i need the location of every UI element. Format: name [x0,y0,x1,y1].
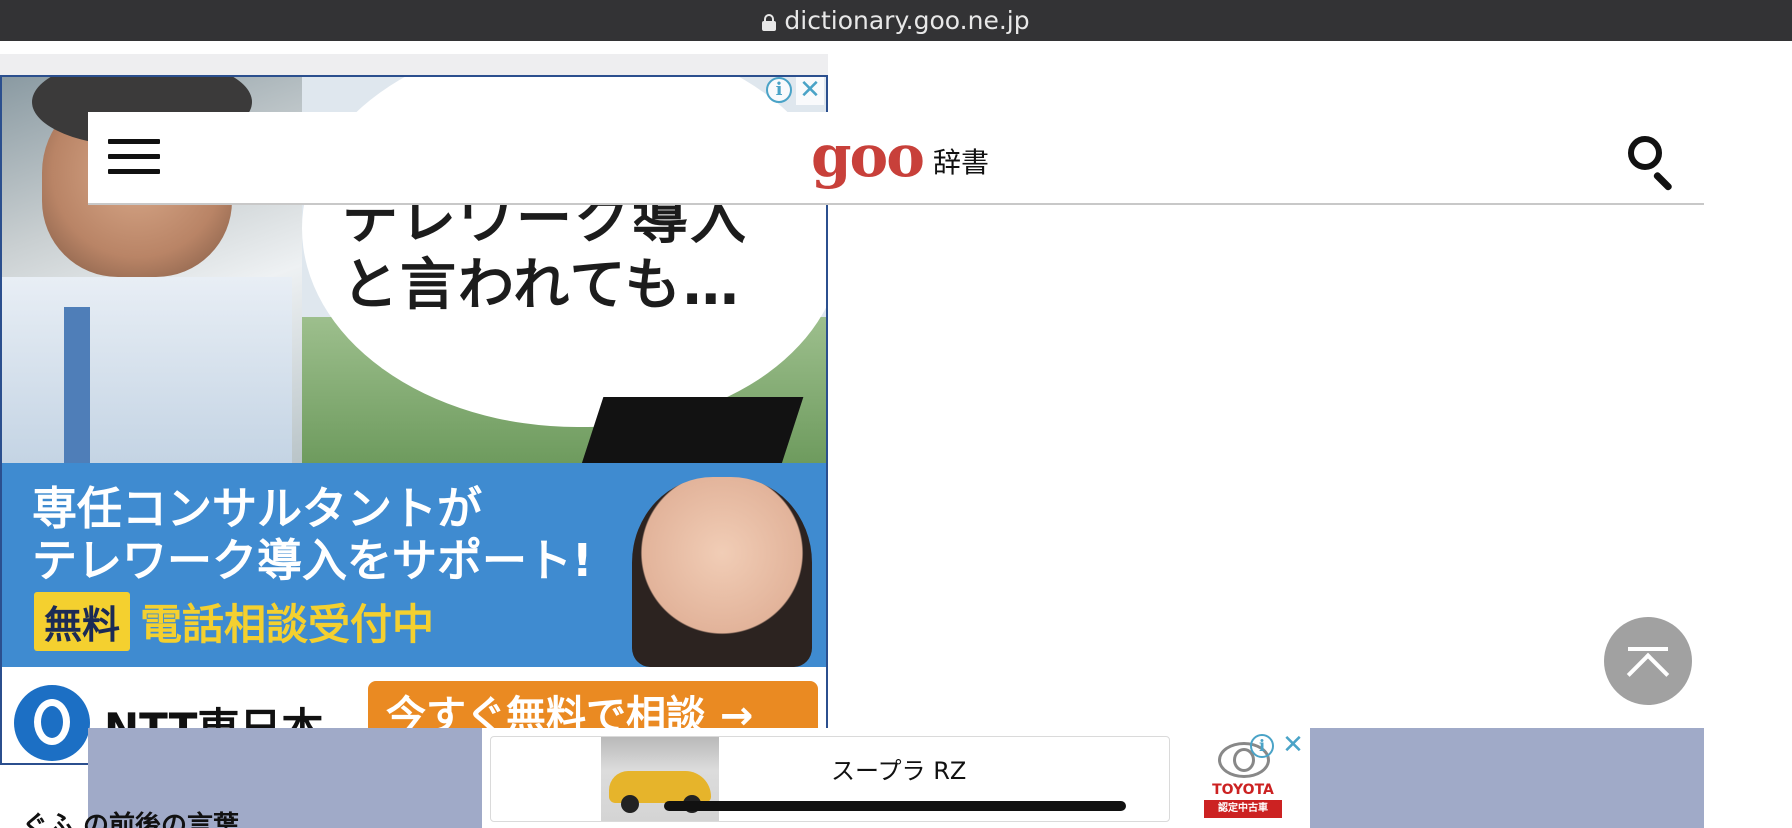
ad-phone-text: 電話相談受付中 [140,600,435,649]
lock-icon [762,13,777,31]
ad-body-line1: 専任コンサルタントが [32,482,483,535]
toyota-logo: TOYOTA 認定中古車 [1196,742,1290,828]
ad-laptop-image [580,397,804,467]
site-header: goo 辞書 [88,112,1704,205]
goo-dictionary-logo[interactable]: goo 辞書 [811,126,989,186]
info-icon[interactable]: i [766,77,792,103]
hamburger-menu-icon[interactable] [108,139,160,177]
page-root: dictionary.goo.ne.jp テレワーク導入 と言われても… 専任コ… [0,0,1792,828]
bottom-banner-ad[interactable]: スープラ RZ TOYOTA 認定中古車 i ✕ [482,728,1310,828]
ad-progress-bar [664,801,1126,811]
ad-body-line2: テレワーク導入をサポート! [32,534,593,587]
search-icon[interactable] [1628,136,1678,192]
close-icon[interactable]: ✕ [796,77,824,105]
ad-free-badge: 無料 [34,592,131,651]
logo-suffix: 辞書 [932,146,989,179]
url-text[interactable]: dictionary.goo.ne.jp [784,6,1029,35]
ad-blue-panel: 専任コンサルタントが テレワーク導入をサポート! 無料 電話相談受付中 [2,463,826,667]
ad-headline: テレワーク導入 と言われても… [342,187,822,319]
section-heading: ぐふ の前後の言葉 [22,811,240,828]
scroll-to-top-button[interactable] [1604,617,1692,705]
info-icon[interactable]: i [1250,734,1274,758]
close-icon[interactable]: ✕ [1280,732,1306,758]
ad-spacer [0,54,828,76]
ntt-logo-icon [14,685,90,761]
toyota-brand-name: TOYOTA [1212,782,1274,798]
toyota-brand-sub: 認定中古車 [1204,800,1282,818]
ad-photo-woman [632,477,812,667]
scroll-to-top-icon [1628,647,1668,651]
browser-url-bar[interactable]: dictionary.goo.ne.jp [0,0,1792,41]
ad-free-row: 無料 電話相談受付中 [34,591,434,652]
ad-body-text: 専任コンサルタントが テレワーク導入をサポート! [32,483,593,587]
bottom-ad-title: スープラ RZ [831,757,967,785]
ad-headline-line2: と言われても… [342,253,741,318]
logo-goo-text: goo [811,122,925,190]
